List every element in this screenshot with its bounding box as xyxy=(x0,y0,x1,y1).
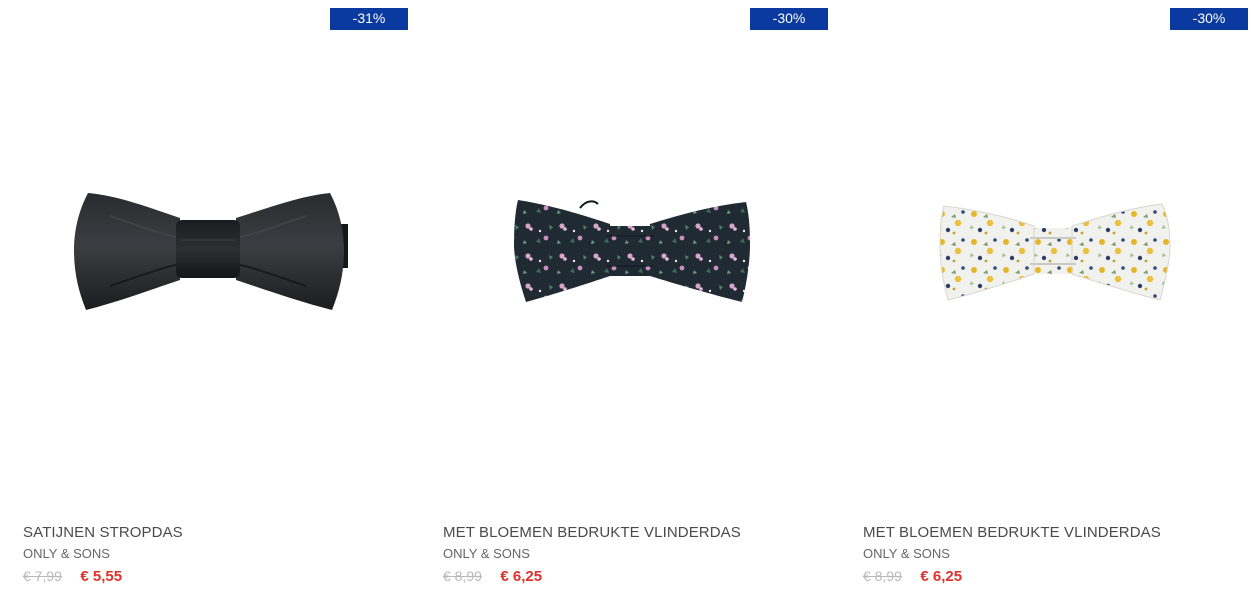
discount-badge: -30% xyxy=(750,8,828,30)
old-price: € 7,99 xyxy=(23,568,62,584)
product-card[interactable]: -30% MET BLOEMEN BEDRUKTE VLINDERDAS ONL… xyxy=(420,0,828,592)
product-name[interactable]: MET BLOEMEN BEDRUKTE VLINDERDAS xyxy=(443,524,741,541)
product-brand: ONLY & SONS xyxy=(443,546,530,561)
price-row: € 8,99 € 6,25 xyxy=(863,568,962,586)
product-grid: -31% SATIJNEN STROPDAS ONLY & SONS € 7,9… xyxy=(0,0,1251,592)
product-name[interactable]: MET BLOEMEN BEDRUKTE VLINDERDAS xyxy=(863,524,1161,541)
discount-badge: -30% xyxy=(1170,8,1248,30)
product-card[interactable]: -30% MET BLOEMEN BEDRUKTE VLINDERDAS ONL… xyxy=(840,0,1248,592)
product-image[interactable] xyxy=(420,40,828,500)
sale-price: € 5,55 xyxy=(80,568,123,585)
price-row: € 8,99 € 6,25 xyxy=(443,568,542,586)
old-price: € 8,99 xyxy=(443,568,482,584)
old-price: € 8,99 xyxy=(863,568,902,584)
product-image[interactable] xyxy=(840,40,1248,500)
sale-price: € 6,25 xyxy=(500,568,543,585)
sale-price: € 6,25 xyxy=(920,568,963,585)
discount-badge: -31% xyxy=(330,8,408,30)
product-card[interactable]: -31% SATIJNEN STROPDAS ONLY & SONS € 7,9… xyxy=(0,0,408,592)
price-row: € 7,99 € 5,55 xyxy=(23,568,122,586)
product-name[interactable]: SATIJNEN STROPDAS xyxy=(23,524,183,541)
product-brand: ONLY & SONS xyxy=(863,546,950,561)
product-image[interactable] xyxy=(0,40,408,500)
product-brand: ONLY & SONS xyxy=(23,546,110,561)
